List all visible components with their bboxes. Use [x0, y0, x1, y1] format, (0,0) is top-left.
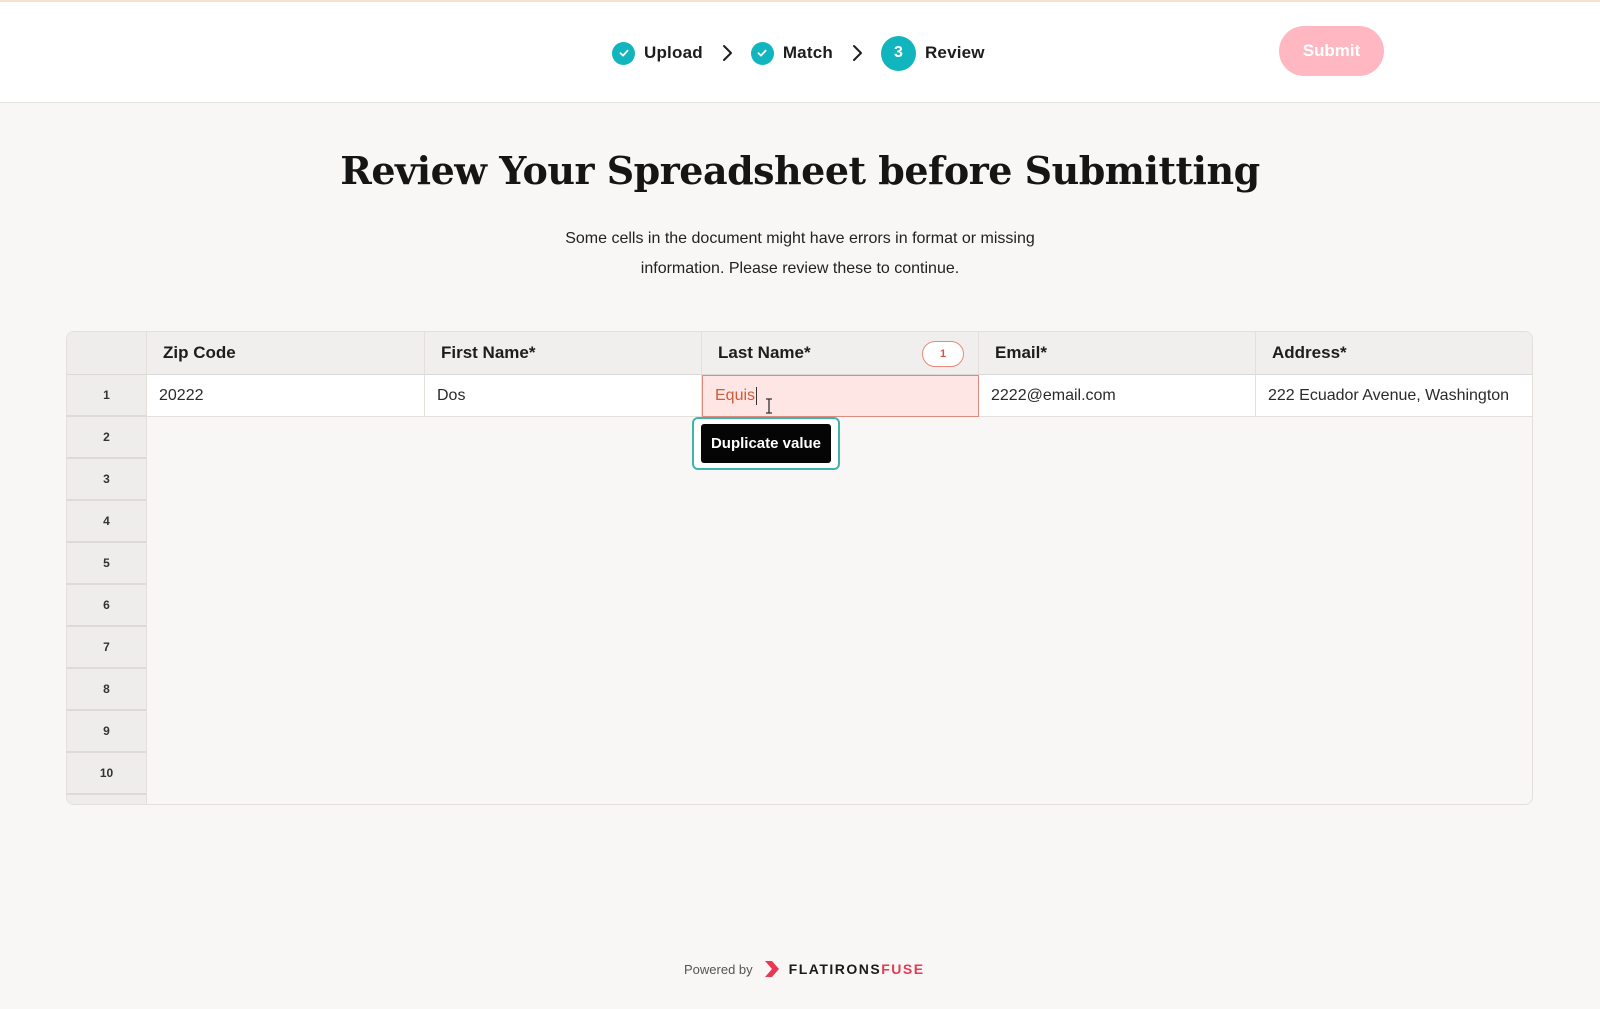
chevron-right-icon	[851, 44, 863, 62]
column-header-label: Address*	[1272, 343, 1347, 362]
cell-zip-code[interactable]: 20222	[147, 375, 425, 417]
row-number[interactable]: 10	[67, 753, 146, 795]
step-upload[interactable]: Upload	[612, 41, 703, 65]
column-header-last-name[interactable]: Last Name* 1	[702, 332, 979, 375]
column-header-label: Zip Code	[163, 343, 236, 362]
step-number-badge: 3	[880, 35, 916, 71]
submit-button[interactable]: Submit	[1279, 26, 1384, 76]
cell-last-name-error[interactable]: Equis	[702, 375, 979, 417]
check-icon	[750, 41, 774, 65]
check-icon	[612, 41, 635, 65]
brand-logo-icon	[763, 960, 781, 978]
powered-by-label: Powered by	[684, 961, 753, 977]
column-header-email[interactable]: Email*	[979, 332, 1256, 375]
text-caret	[756, 387, 758, 405]
row-number[interactable]: 2	[67, 417, 146, 459]
page-subtitle: Some cells in the document might have er…	[500, 224, 1100, 284]
step-label: Review	[924, 43, 985, 62]
error-count-badge[interactable]: 1	[922, 341, 964, 367]
step-review[interactable]: 3 Review	[880, 35, 985, 71]
error-tooltip: Duplicate value	[692, 417, 840, 470]
row-number[interactable]: 7	[67, 627, 146, 669]
cell-first-name[interactable]: Dos	[425, 375, 702, 417]
step-match[interactable]: Match	[750, 41, 833, 65]
row-number[interactable]: 4	[67, 501, 146, 543]
row-number[interactable]: 3	[67, 459, 146, 501]
subtitle-line: Some cells in the document might have er…	[565, 230, 1035, 247]
footer: Powered by FLATIRONS FUSE	[684, 957, 925, 981]
column-header-label: First Name*	[441, 343, 536, 362]
row-number[interactable]: 8	[67, 669, 146, 711]
brand-name-accent: FUSE	[881, 961, 925, 977]
brand-name: FLATIRONS	[788, 961, 882, 977]
page-title: Review Your Spreadsheet before Submittin…	[340, 148, 1260, 193]
grid-corner	[67, 332, 147, 375]
spreadsheet-grid[interactable]: Zip Code First Name* Last Name* 1 Email*…	[66, 331, 1533, 805]
header: Upload Match 3 Review Submit	[0, 2, 1600, 103]
row-number[interactable]: 6	[67, 585, 146, 627]
cell-email[interactable]: 2222@email.com	[979, 375, 1256, 417]
column-header-zip-code[interactable]: Zip Code	[147, 332, 425, 375]
step-label: Match	[782, 43, 833, 62]
text-cursor-icon	[764, 398, 774, 419]
column-header-first-name[interactable]: First Name*	[425, 332, 702, 375]
subtitle-line: information. Please review these to cont…	[640, 260, 960, 277]
step-label: Upload	[644, 43, 703, 62]
cell-value: Equis	[715, 387, 756, 404]
row-number[interactable]: 1	[67, 375, 146, 417]
cell-address[interactable]: 222 Ecuador Avenue, Washington	[1256, 375, 1532, 417]
tooltip-message: Duplicate value	[701, 424, 831, 463]
row-number[interactable]: 9	[67, 711, 146, 753]
row-number-gutter: 1 2 3 4 5 6 7 8 9 10	[67, 375, 147, 804]
column-header-label: Email*	[995, 343, 1047, 362]
row-number[interactable]: 5	[67, 543, 146, 585]
chevron-right-icon	[721, 44, 733, 62]
column-header-address[interactable]: Address*	[1256, 332, 1532, 375]
column-header-label: Last Name*	[718, 343, 811, 362]
stepper: Upload Match 3 Review	[612, 35, 985, 71]
